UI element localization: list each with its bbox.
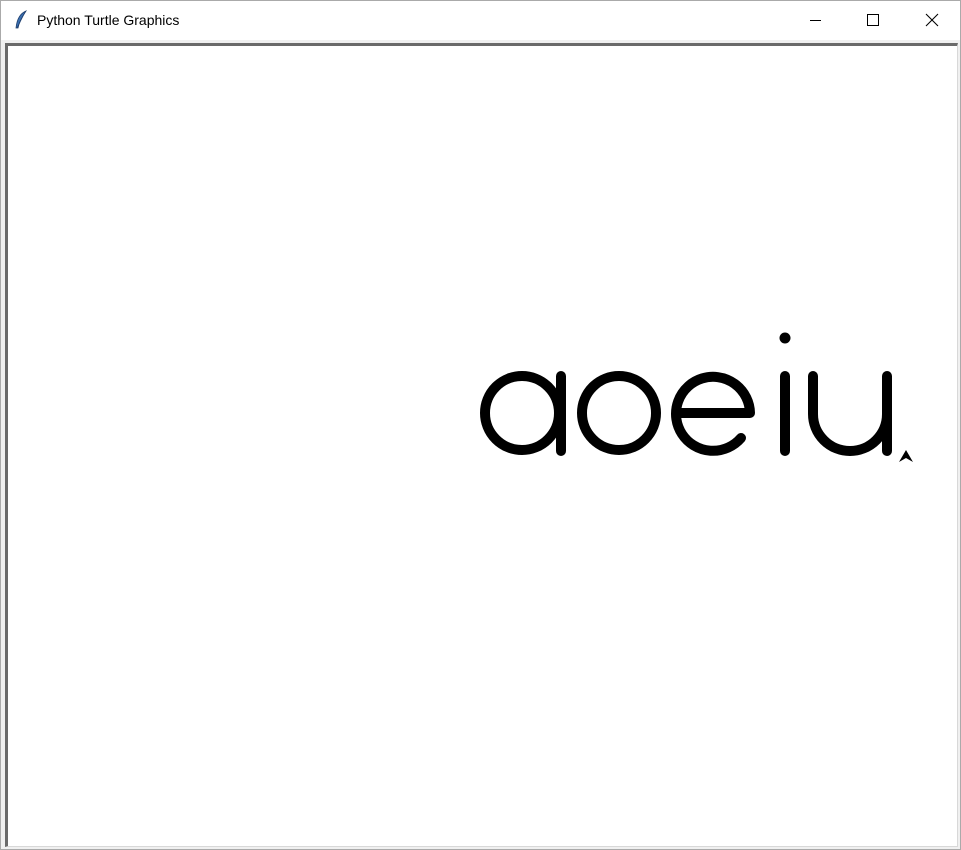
minimize-icon (810, 20, 821, 21)
turtle-window: Python Turtle Graphics (0, 0, 961, 850)
drawn-text-aoeiu (480, 371, 892, 456)
letter-e (671, 371, 755, 456)
letter-u (808, 371, 892, 456)
turtle-drawing (480, 332, 913, 462)
minimize-button[interactable] (792, 1, 838, 40)
letter-a (480, 371, 566, 456)
title-bar[interactable]: Python Turtle Graphics (1, 1, 960, 40)
window-title: Python Turtle Graphics (37, 12, 180, 28)
letter-o (577, 371, 661, 455)
canvas-frame (5, 43, 958, 847)
turtle-arrow-icon[interactable] (899, 450, 913, 462)
turtle-canvas[interactable] (8, 46, 957, 846)
feather-icon (13, 10, 29, 30)
i-dot (779, 332, 791, 344)
maximize-button[interactable] (849, 1, 895, 40)
close-icon (925, 13, 939, 27)
maximize-icon (867, 14, 879, 26)
close-button[interactable] (908, 1, 954, 40)
